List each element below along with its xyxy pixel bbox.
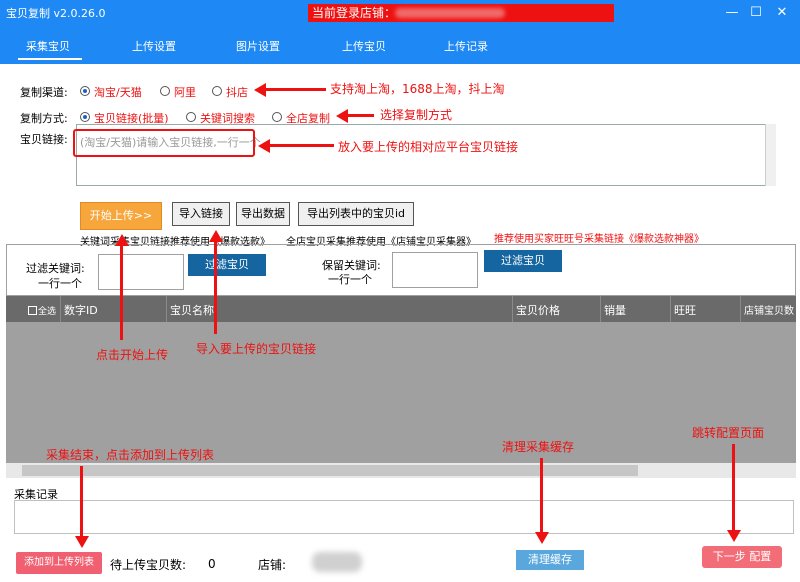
channel-option-taobao[interactable]: 淘宝/天猫 bbox=[94, 84, 142, 100]
filter-keyword-label: 过滤关键词: bbox=[26, 262, 85, 275]
channel-radio-ali[interactable] bbox=[160, 86, 170, 96]
annotation-mode: 选择复制方式 bbox=[380, 108, 453, 122]
link-highlight-box bbox=[73, 129, 255, 157]
annotation-import: 导入要上传的宝贝链接 bbox=[196, 342, 317, 356]
pending-count-label: 待上传宝贝数: bbox=[110, 558, 187, 572]
column-separator bbox=[740, 296, 741, 322]
tab-bar bbox=[0, 26, 800, 64]
channel-arrow bbox=[262, 88, 326, 91]
tab-upload-records[interactable]: 上传记录 bbox=[444, 38, 488, 54]
keep-keyword-input[interactable] bbox=[392, 252, 478, 288]
minimize-button[interactable]: — bbox=[722, 4, 742, 22]
filter-items-button[interactable]: 过滤宝贝 bbox=[188, 254, 266, 276]
links-arrow-head bbox=[258, 139, 270, 153]
link-textarea-scrollbar[interactable] bbox=[765, 124, 776, 186]
next-config-button[interactable]: 下一步 配置 bbox=[702, 546, 782, 568]
annotation-finish: 采集结束，点击添加到上传列表 bbox=[46, 448, 215, 462]
keep-items-button[interactable]: 过滤宝贝 bbox=[484, 250, 562, 272]
tab-upload-items[interactable]: 上传宝贝 bbox=[342, 38, 386, 54]
col-wangwang[interactable]: 旺旺 bbox=[674, 302, 696, 318]
channel-arrow-head bbox=[254, 83, 266, 97]
channel-radio-taobao[interactable] bbox=[80, 86, 90, 96]
tab-upload-settings[interactable]: 上传设置 bbox=[132, 38, 176, 54]
maximize-button[interactable]: ☐ bbox=[746, 4, 766, 22]
channel-radio-douyin[interactable] bbox=[212, 86, 222, 96]
import-arrow-head bbox=[209, 230, 223, 242]
shop-name-blurred bbox=[312, 552, 362, 572]
shop-label: 店铺: bbox=[258, 558, 287, 572]
col-item-price[interactable]: 宝贝价格 bbox=[516, 302, 560, 318]
finish-arrow-head bbox=[75, 536, 89, 548]
col-shop-item-count[interactable]: 店铺宝贝数 bbox=[744, 302, 794, 317]
export-data-button[interactable]: 导出数据 bbox=[236, 202, 290, 226]
channel-option-douyin[interactable]: 抖店 bbox=[226, 84, 248, 100]
tab-active-indicator bbox=[18, 58, 82, 60]
tab-image-settings[interactable]: 图片设置 bbox=[236, 38, 280, 54]
clear-arrow bbox=[540, 458, 543, 532]
column-separator bbox=[600, 296, 601, 322]
mode-radio-shop[interactable] bbox=[272, 112, 282, 122]
start-arrow bbox=[120, 246, 123, 340]
col-select-all[interactable]: 全选 bbox=[38, 304, 56, 317]
col-item-name[interactable]: 宝贝名称 bbox=[170, 302, 214, 318]
finish-arrow bbox=[80, 466, 83, 536]
column-separator bbox=[670, 296, 671, 322]
clear-arrow-head bbox=[535, 532, 549, 544]
annotation-config: 跳转配置页面 bbox=[692, 426, 765, 440]
mode-arrow-head bbox=[336, 109, 348, 123]
channel-label: 复制渠道: bbox=[20, 86, 68, 99]
annotation-channels: 支持淘上淘，1688上淘，抖上淘 bbox=[330, 82, 505, 96]
clear-cache-button[interactable]: 清理缓存 bbox=[516, 550, 584, 570]
start-arrow-head bbox=[115, 234, 129, 246]
col-sales[interactable]: 销量 bbox=[604, 302, 626, 318]
filter-keyword-input[interactable] bbox=[98, 254, 184, 290]
keep-keyword-sublabel: 一行一个 bbox=[328, 273, 372, 286]
mode-arrow bbox=[346, 114, 374, 117]
export-ids-button[interactable]: 导出列表中的宝贝id bbox=[298, 202, 414, 226]
mode-label: 复制方式: bbox=[20, 112, 68, 125]
column-separator bbox=[60, 296, 61, 322]
close-button[interactable]: ✕ bbox=[772, 4, 792, 22]
annotation-start: 点击开始上传 bbox=[96, 348, 169, 362]
recommend-hint: 推荐使用买家旺旺号采集链接《爆款选款神器》 bbox=[494, 234, 704, 245]
channel-option-ali[interactable]: 阿里 bbox=[174, 84, 196, 100]
login-shop-name-blurred bbox=[395, 8, 505, 18]
tab-collect[interactable]: 采集宝贝 bbox=[26, 38, 70, 54]
select-all-checkbox[interactable] bbox=[28, 306, 37, 315]
start-upload-button[interactable]: 开始上传>> bbox=[80, 202, 162, 230]
mode-radio-keyword[interactable] bbox=[186, 112, 196, 122]
filter-keyword-sublabel: 一行一个 bbox=[38, 277, 82, 290]
column-separator bbox=[512, 296, 513, 322]
annotation-links: 放入要上传的相对应平台宝贝链接 bbox=[338, 140, 519, 154]
mode-radio-links[interactable] bbox=[80, 112, 90, 122]
config-arrow-head bbox=[727, 530, 741, 542]
table-scroll-thumb[interactable] bbox=[22, 465, 638, 476]
links-arrow bbox=[268, 144, 334, 147]
column-separator bbox=[166, 296, 167, 322]
link-label: 宝贝链接: bbox=[20, 133, 68, 146]
add-to-upload-list-button[interactable]: 添加到上传列表 bbox=[16, 552, 102, 574]
annotation-clear: 清理采集缓存 bbox=[502, 440, 575, 454]
pending-count-value: 0 bbox=[208, 557, 216, 571]
config-arrow bbox=[732, 444, 735, 530]
col-numeric-id[interactable]: 数字ID bbox=[64, 302, 98, 318]
import-arrow bbox=[214, 242, 217, 334]
import-links-button[interactable]: 导入链接 bbox=[172, 202, 230, 226]
record-log[interactable] bbox=[14, 500, 794, 534]
window-title: 宝贝复制 v2.0.26.0 bbox=[6, 7, 106, 20]
